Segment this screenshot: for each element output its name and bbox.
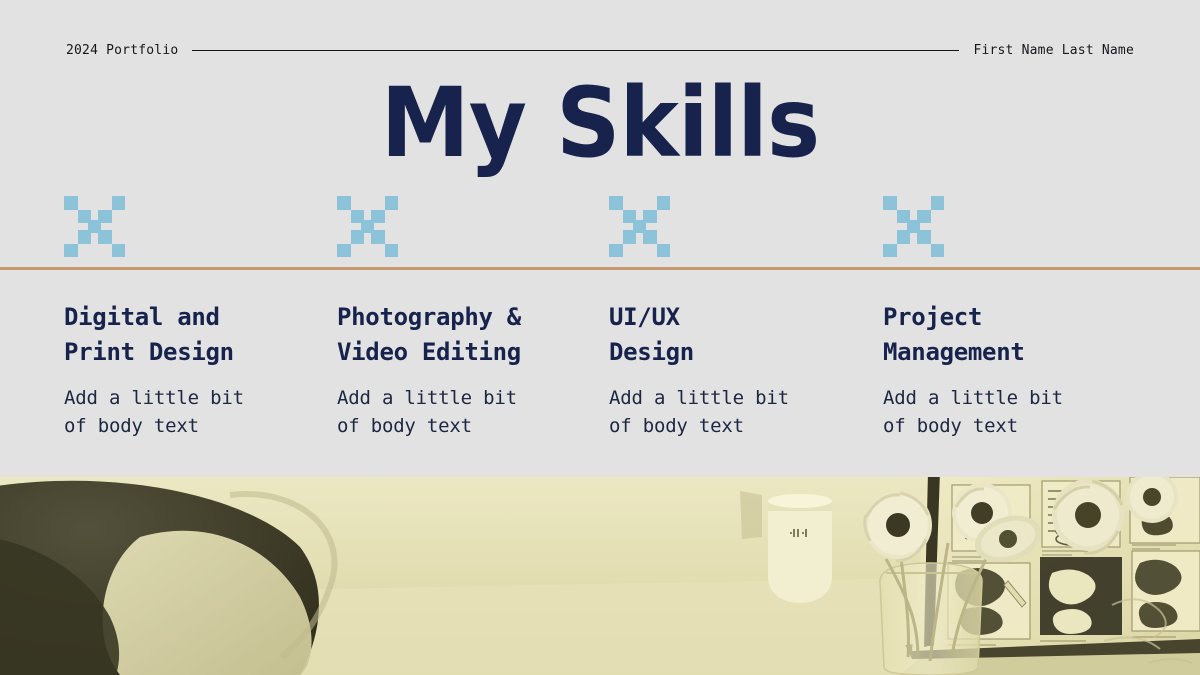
pixel-x-cell (917, 230, 931, 244)
pixel-x-cell (337, 196, 351, 210)
pixel-x-cell (622, 230, 637, 244)
pixel-x-cell (64, 196, 78, 210)
pixel-x-cell (643, 230, 657, 244)
desk-workspace-photo (0, 477, 1200, 675)
skills-columns: Digital and Print Design Add a little bi… (0, 300, 1200, 460)
pixel-x-cell (609, 243, 623, 258)
icon-slot-3 (609, 196, 677, 264)
pixel-x-cell (896, 230, 911, 244)
icon-slot-4 (883, 196, 951, 264)
pixel-x-icon (609, 196, 677, 264)
author-name-label: First Name Last Name (973, 42, 1134, 58)
pixel-x-cell (64, 243, 78, 258)
skill-column-3: UI/UX Design Add a little bit of body te… (609, 300, 859, 440)
pixel-x-cell (883, 243, 897, 258)
skill-body: Add a little bit of body text (883, 387, 1063, 437)
pixel-x-cell (384, 196, 399, 210)
slide-header: 2024 Portfolio First Name Last Name (66, 41, 1134, 59)
pixel-x-cell (656, 243, 671, 258)
icon-slot-1 (64, 196, 132, 264)
section-divider (0, 267, 1200, 270)
pixel-x-icon (337, 196, 405, 264)
page-title: My Skills (380, 67, 820, 179)
skill-column-1: Digital and Print Design Add a little bi… (64, 300, 314, 440)
pixel-x-cell (930, 243, 945, 258)
skill-body: Add a little bit of body text (64, 387, 244, 437)
header-divider-icon (192, 49, 960, 51)
pixel-x-cell (111, 243, 126, 258)
pixel-x-cell (883, 196, 897, 210)
skill-column-4: Project Management Add a little bit of b… (883, 300, 1133, 440)
pixel-x-cell (350, 230, 365, 244)
skill-column-2: Photography & Video Editing Add a little… (337, 300, 587, 440)
skill-body: Add a little bit of body text (609, 387, 789, 437)
icon-row (0, 196, 1200, 264)
pixel-x-cell (609, 196, 623, 210)
pixel-x-cell (656, 196, 671, 210)
slide-root: 2024 Portfolio First Name Last Name My S… (0, 0, 1200, 675)
icon-slot-2 (337, 196, 405, 264)
pixel-x-cell (371, 230, 385, 244)
pixel-x-cell (337, 243, 351, 258)
pixel-x-cell (77, 230, 92, 244)
pixel-x-cell (111, 196, 126, 210)
pixel-x-icon (64, 196, 132, 264)
pixel-x-cell (98, 230, 112, 244)
skill-title: Photography & Video Editing (337, 303, 521, 366)
skill-title: Project Management (883, 303, 1025, 366)
pixel-x-icon (883, 196, 951, 264)
portfolio-year-label: 2024 Portfolio (66, 42, 179, 58)
pixel-x-cell (930, 196, 945, 210)
pixel-x-cell (384, 243, 399, 258)
skill-title: Digital and Print Design (64, 303, 234, 366)
skill-title: UI/UX Design (609, 303, 694, 366)
skill-body: Add a little bit of body text (337, 387, 517, 437)
